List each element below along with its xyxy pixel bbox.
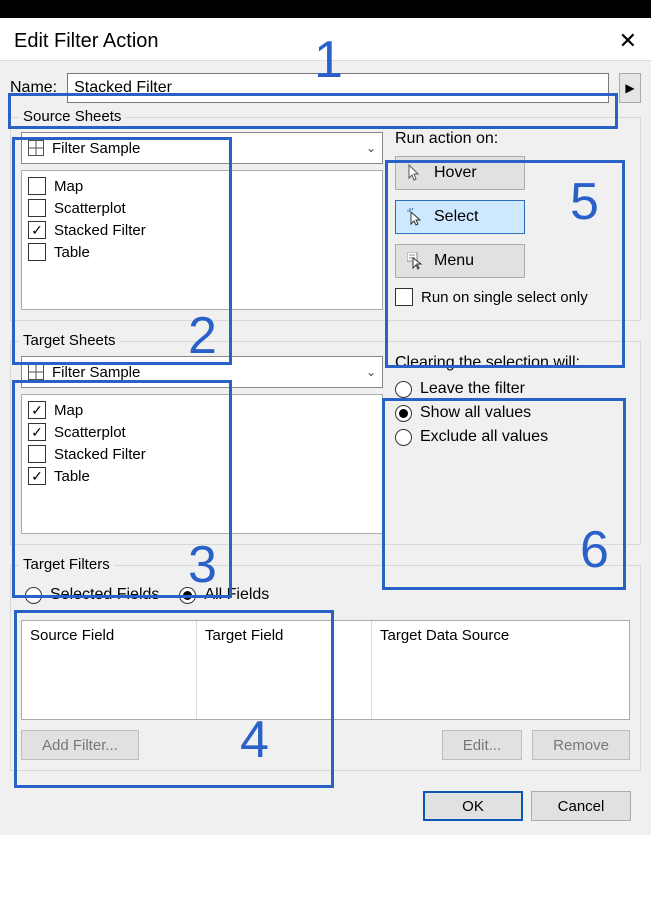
col-target-datasource: Target Data Source [380,627,621,644]
dialog-title: Edit Filter Action [14,30,159,53]
remove-filter-button[interactable]: Remove [532,730,630,760]
source-sheets-legend: Source Sheets [19,108,125,125]
hover-button[interactable]: Hover [395,156,525,190]
checkbox[interactable] [28,199,46,217]
list-item[interactable]: Stacked Filter [26,443,378,465]
datasource-icon [28,140,44,156]
filters-grid[interactable]: Source Field Target Field Target Data So… [21,620,630,720]
source-sheets-list[interactable]: Map Scatterplot Stacked Filter Table [21,170,383,310]
run-action-label: Run action on: [395,130,630,148]
datasource-icon [28,364,44,380]
target-filters-legend: Target Filters [19,556,114,573]
checkbox[interactable] [28,445,46,463]
checkbox[interactable] [28,423,46,441]
add-filter-button[interactable]: Add Filter... [21,730,139,760]
cancel-button[interactable]: Cancel [531,791,631,821]
checkbox[interactable] [28,243,46,261]
radio-show-all[interactable]: Show all values [395,404,630,422]
list-item[interactable]: Stacked Filter [26,219,378,241]
ok-button[interactable]: OK [423,791,523,821]
checkbox[interactable] [28,221,46,239]
source-sheets-group: Source Sheets Filter Sample ⌄ Map Scatte… [10,117,641,321]
edit-filter-button[interactable]: Edit... [442,730,522,760]
name-label: Name: [10,79,57,97]
list-item[interactable]: Map [26,399,378,421]
target-filters-group: Target Filters Selected Fields All Field… [10,565,641,771]
name-menu-button[interactable]: ▶ [619,73,641,103]
single-select-label: Run on single select only [421,289,588,306]
radio-exclude-all[interactable]: Exclude all values [395,428,630,446]
checkbox[interactable] [28,401,46,419]
radio-all-fields[interactable]: All Fields [179,586,269,604]
radio-selected-fields[interactable]: Selected Fields [25,586,159,604]
menu-button[interactable]: Menu [395,244,525,278]
source-sheets-combo[interactable]: Filter Sample ⌄ [21,132,383,164]
menu-cursor-icon [406,252,424,270]
checkbox[interactable] [28,467,46,485]
target-sheets-legend: Target Sheets [19,332,120,349]
cursor-icon [406,164,424,182]
col-target-field: Target Field [205,627,363,644]
chevron-down-icon: ⌄ [366,141,376,155]
close-icon[interactable]: ✕ [619,28,637,54]
name-input[interactable] [67,73,609,103]
radio-leave-filter[interactable]: Leave the filter [395,380,630,398]
target-sheets-list[interactable]: Map Scatterplot Stacked Filter Table [21,394,383,534]
cursor-click-icon [406,208,424,226]
target-sheets-group: Target Sheets Filter Sample ⌄ Map Scatte… [10,341,641,545]
chevron-down-icon: ⌄ [366,365,376,379]
source-combo-text: Filter Sample [52,140,366,157]
checkbox[interactable] [28,177,46,195]
list-item[interactable]: Table [26,465,378,487]
list-item[interactable]: Scatterplot [26,197,378,219]
target-sheets-combo[interactable]: Filter Sample ⌄ [21,356,383,388]
single-select-checkbox[interactable] [395,288,413,306]
select-button[interactable]: Select [395,200,525,234]
col-source-field: Source Field [30,627,188,644]
list-item[interactable]: Table [26,241,378,263]
clearing-label: Clearing the selection will: [395,354,630,372]
list-item[interactable]: Scatterplot [26,421,378,443]
target-combo-text: Filter Sample [52,364,366,381]
list-item[interactable]: Map [26,175,378,197]
